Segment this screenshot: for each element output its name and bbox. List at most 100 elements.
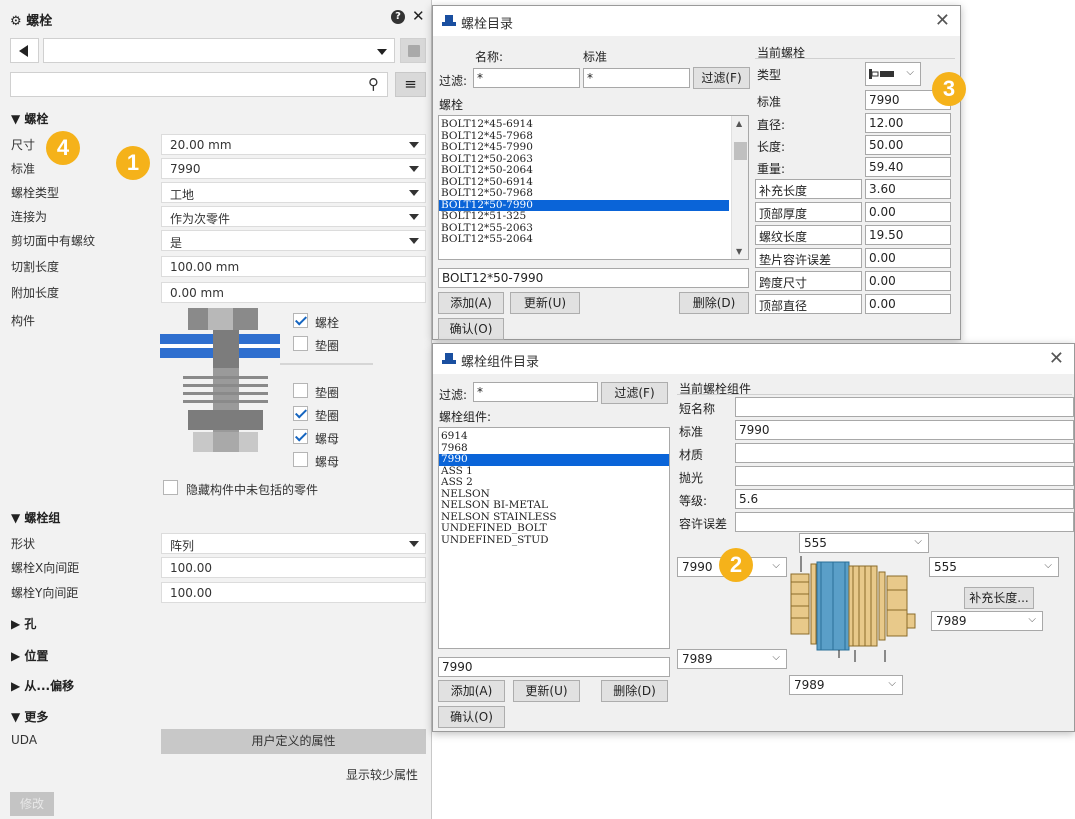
bolt-list-item[interactable]: BOLT12*45-7990 [439, 141, 729, 154]
save-button[interactable] [400, 38, 426, 63]
section-position[interactable]: ▶ 位置 [11, 647, 48, 664]
standard-select[interactable]: 7990 [161, 158, 426, 179]
selected-bolt-input[interactable]: BOLT12*50-7990 [438, 268, 749, 288]
filter-button[interactable]: 过滤(F) [693, 67, 750, 89]
nut2-checkbox[interactable] [293, 452, 308, 467]
washer1-checkbox[interactable] [293, 336, 308, 351]
delete-button[interactable]: 删除(D) [679, 292, 749, 314]
ok-button[interactable]: 确认(O) [438, 706, 505, 728]
name-column-label: 名称: [475, 50, 504, 64]
prop-head-thickness-input[interactable]: 0.00 [865, 202, 951, 222]
prop-diameter-input[interactable]: 12.00 [865, 113, 951, 133]
prop-thread-length-input[interactable]: 19.50 [865, 225, 951, 245]
show-less-link[interactable]: 显示较少属性 [346, 766, 418, 783]
scrollbar-thumb[interactable] [734, 142, 747, 160]
prop-extra-length-input[interactable]: 3.60 [865, 179, 951, 199]
bolt-list-item[interactable]: BOLT12*55-2064 [439, 233, 729, 246]
top-washer-select[interactable]: 555 ⌵ [799, 533, 929, 553]
hide-parts-label: 隐藏构件中未包括的零件 [186, 483, 319, 497]
close-icon[interactable]: ✕ [1049, 348, 1064, 369]
thread-in-material-select[interactable]: 是 [161, 230, 426, 251]
assembly-list-item[interactable]: UNDEFINED_BOLT [439, 522, 669, 535]
y-spacing-input[interactable]: 100.00 [161, 582, 426, 603]
assembly-filter-input[interactable]: * [473, 382, 598, 402]
section-offset[interactable]: ▶ 从...偏移 [11, 677, 74, 694]
shape-value: 阵列 [170, 539, 195, 553]
modify-button[interactable]: 修改 [10, 792, 54, 816]
washer3-checkbox[interactable] [293, 406, 308, 421]
short-name-input[interactable] [735, 397, 1074, 417]
washer-select[interactable]: 555 ⌵ [929, 557, 1059, 577]
nut-select[interactable]: 7989 ⌵ [931, 611, 1043, 631]
assembly-list-item[interactable]: ASS 2 [439, 476, 669, 489]
selected-assembly-input[interactable]: 7990 [438, 657, 670, 677]
nut1-checkbox[interactable] [293, 429, 308, 444]
bolt-list[interactable]: BOLT12*45-6914 BOLT12*45-7968 BOLT12*45-79… [438, 115, 749, 260]
section-bolt[interactable]: ▼ 螺栓 [11, 110, 48, 127]
section-hole[interactable]: ▶ 孔 [11, 615, 36, 632]
grade-input[interactable]: 5.6 [735, 489, 1074, 509]
standard-filter-input[interactable]: * [583, 68, 690, 88]
assembly-list-item[interactable]: 7990 [439, 453, 669, 466]
cut-length-input[interactable]: 100.00 mm [161, 256, 426, 277]
bottom-select[interactable]: 7989 ⌵ [789, 675, 903, 695]
tolerance-input[interactable] [735, 512, 1074, 532]
search-input[interactable]: ⚲ [10, 72, 388, 97]
name-filter-input[interactable]: * [473, 68, 580, 88]
assembly-list[interactable]: 6914 7968 7990 ASS 1 ASS 2 NELSON NELSON BI-ME… [438, 427, 670, 649]
scroll-up-icon[interactable]: ▲ [736, 119, 742, 128]
washer1-checkbox-label: 垫圈 [315, 339, 340, 353]
close-icon[interactable]: ✕ [412, 7, 425, 25]
scroll-down-icon[interactable]: ▼ [736, 247, 742, 256]
assembly-list-item[interactable]: 7968 [439, 442, 669, 455]
ok-button[interactable]: 确认(O) [438, 318, 504, 340]
material-input[interactable] [735, 443, 1074, 463]
prop-span-input[interactable]: 0.00 [865, 271, 951, 291]
update-button[interactable]: 更新(U) [510, 292, 580, 314]
assembly-list-item[interactable]: 6914 [439, 430, 669, 443]
bolt-checkbox[interactable] [293, 313, 308, 328]
bolt-list-item[interactable]: BOLT12*51-325 [439, 210, 729, 223]
prop-label-material: 材质 [679, 448, 704, 462]
update-button[interactable]: 更新(U) [513, 680, 580, 702]
size-select[interactable]: 20.00 mm [161, 134, 426, 155]
scrollbar[interactable]: ▲ ▼ [731, 116, 748, 259]
bolt-type-select[interactable]: 工地 [161, 182, 426, 203]
prop-weight-input[interactable]: 59.40 [865, 157, 951, 177]
search-icon[interactable]: ⚲ [368, 75, 379, 93]
help-icon[interactable]: ? [391, 10, 405, 24]
bottom-left-select[interactable]: 7989 ⌵ [677, 649, 787, 669]
back-button[interactable] [10, 38, 39, 63]
bolt-list-item[interactable]: BOLT12*50-2064 [439, 164, 729, 177]
connect-as-select[interactable]: 作为次零件 [161, 206, 426, 227]
field-label-thread-in-material: 剪切面中有螺纹 [11, 234, 96, 248]
prop-head-diameter-input[interactable]: 0.00 [865, 294, 951, 314]
hide-parts-checkbox[interactable] [163, 480, 178, 495]
bolt-list-item[interactable]: BOLT12*45-6914 [439, 118, 729, 131]
chevron-down-icon: ⌵ [1028, 614, 1036, 625]
uda-button[interactable]: 用户定义的属性 [161, 729, 426, 754]
bolt-type-select[interactable]: ⌵ [865, 62, 921, 86]
extra-length-input[interactable]: 0.00 mm [161, 282, 426, 303]
attributes-file-select[interactable] [43, 38, 395, 63]
assembly-list-item[interactable]: ASS 1 [439, 465, 669, 478]
bolt-list-item[interactable]: BOLT12*50-7968 [439, 187, 729, 200]
prop-length-input[interactable]: 50.00 [865, 135, 951, 155]
delete-button[interactable]: 删除(D) [601, 680, 668, 702]
menu-icon[interactable]: ≡ [395, 72, 426, 97]
close-icon[interactable]: ✕ [935, 10, 950, 31]
x-spacing-input[interactable]: 100.00 [161, 557, 426, 578]
section-bolt-group[interactable]: ▼ 螺栓组 [11, 509, 60, 526]
standard-input[interactable]: 7990 [735, 420, 1074, 440]
extra-length-button[interactable]: 补充长度... [964, 587, 1034, 609]
add-button[interactable]: 添加(A) [438, 292, 504, 314]
finish-input[interactable] [735, 466, 1074, 486]
add-button[interactable]: 添加(A) [438, 680, 505, 702]
washer2-checkbox[interactable] [293, 383, 308, 398]
prop-washer-tolerance-input[interactable]: 0.00 [865, 248, 951, 268]
assembly-list-item[interactable]: UNDEFINED_STUD [439, 534, 669, 547]
shape-select[interactable]: 阵列 [161, 533, 426, 554]
section-more[interactable]: ▼ 更多 [11, 708, 48, 725]
assembly-list-item[interactable]: NELSON BI-METAL [439, 499, 669, 512]
filter-button[interactable]: 过滤(F) [601, 382, 668, 404]
